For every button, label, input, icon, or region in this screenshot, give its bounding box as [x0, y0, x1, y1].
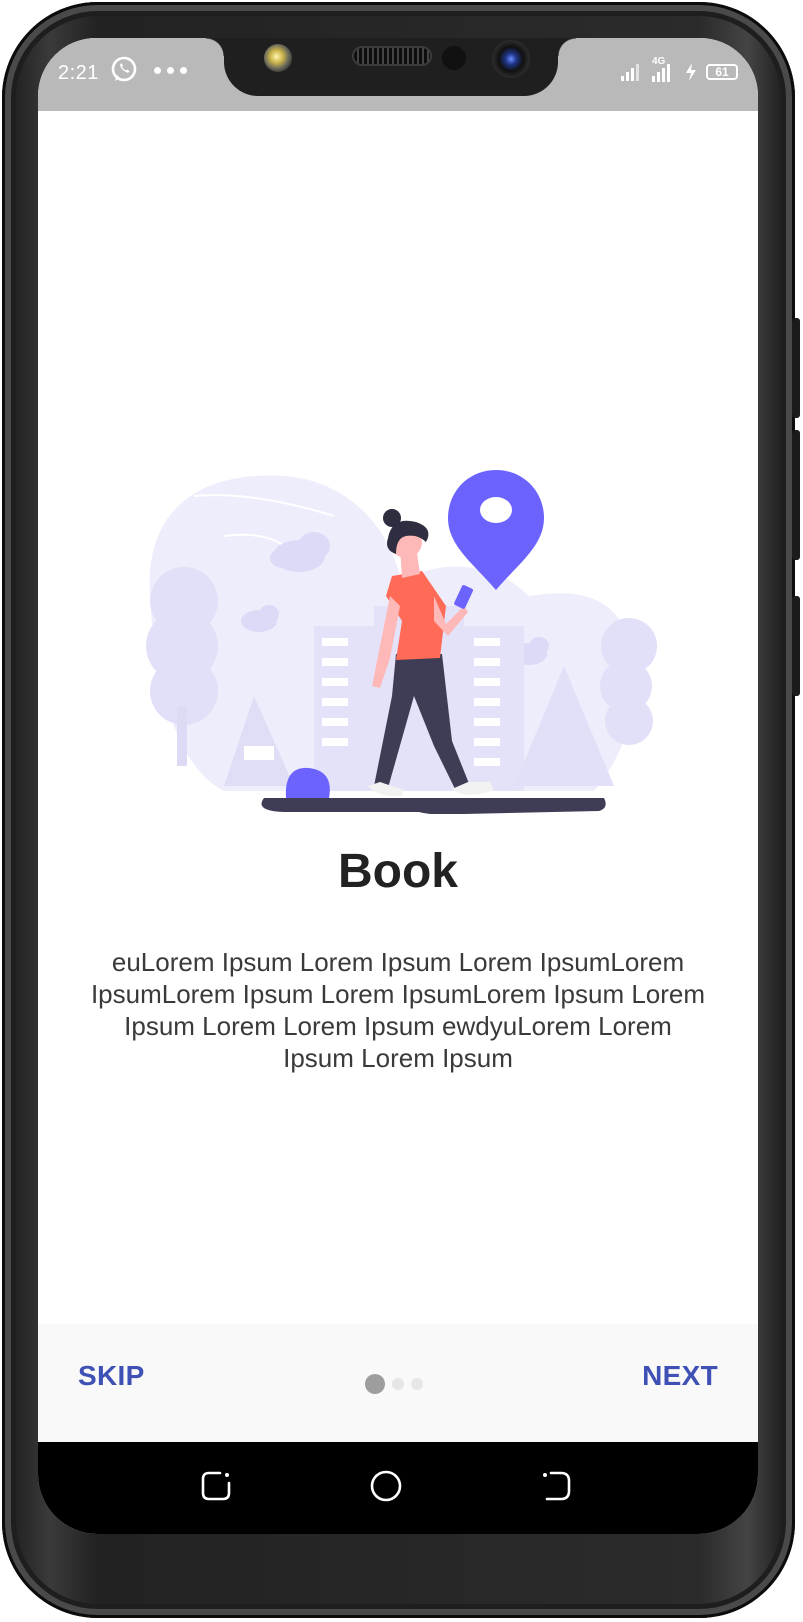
more-dots-icon — [154, 66, 187, 74]
notification-icons — [110, 56, 187, 84]
skip-button[interactable]: SKIP — [78, 1360, 145, 1392]
whatsapp-icon — [111, 56, 137, 82]
status-bar: 2:21 4G 61 — [38, 38, 758, 111]
phone-mockup: 2:21 4G 61 Book euLorem Ipsum Lorem Ipsu… — [0, 0, 803, 1622]
battery-level: 61 — [715, 65, 729, 79]
page-dot-active[interactable] — [365, 1374, 385, 1394]
ground — [261, 798, 606, 814]
onboarding-title: Book — [338, 845, 458, 898]
navigation-bar — [38, 1442, 758, 1534]
earpiece-speaker-icon — [352, 46, 432, 66]
recent-apps-icon — [201, 1471, 231, 1501]
onboarding-illustration — [146, 470, 657, 814]
page-indicator — [365, 1374, 423, 1394]
proximity-sensor-icon — [442, 46, 466, 70]
camera-notch — [206, 38, 576, 96]
home-button[interactable] — [362, 1462, 410, 1510]
onboarding-description: euLorem Ipsum Lorem Ipsum Lorem IpsumLor… — [90, 947, 706, 1073]
screen: 2:21 4G 61 Book euLorem Ipsum Lorem Ipsu… — [38, 38, 758, 1534]
signal-icon — [621, 64, 639, 81]
recent-apps-button[interactable] — [192, 1462, 240, 1510]
system-status-icons: 4G 61 — [620, 56, 738, 84]
page-dot[interactable] — [411, 1378, 423, 1390]
status-time: 2:21 — [58, 62, 99, 84]
power-button — [792, 596, 800, 696]
next-button[interactable]: NEXT — [642, 1360, 718, 1392]
network-4g-icon: 4G — [650, 56, 676, 84]
back-button[interactable] — [532, 1462, 580, 1510]
page-dot[interactable] — [392, 1378, 404, 1390]
front-camera-icon — [492, 40, 530, 78]
charging-icon — [686, 63, 696, 81]
front-sensor-icon — [264, 44, 292, 72]
battery-icon: 61 — [706, 64, 738, 80]
home-icon — [370, 1470, 402, 1502]
volume-down-button — [792, 430, 800, 560]
volume-up-button — [792, 318, 800, 418]
back-icon — [543, 1471, 571, 1501]
